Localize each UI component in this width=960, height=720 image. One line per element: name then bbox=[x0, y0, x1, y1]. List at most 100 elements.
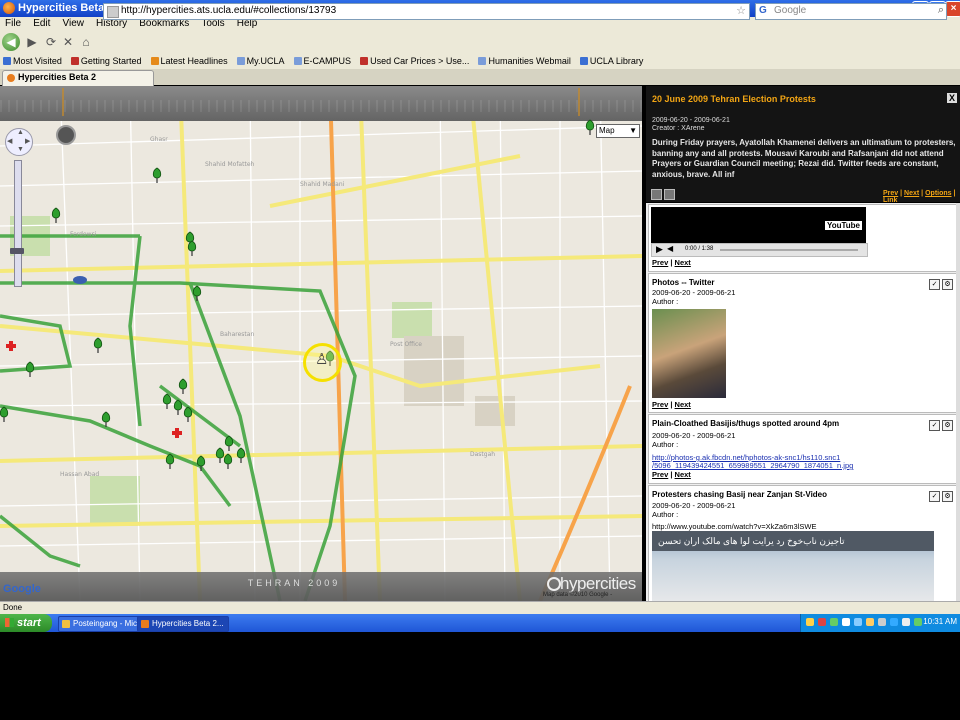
google-search-icon: G bbox=[759, 5, 767, 16]
options-link[interactable]: Options bbox=[925, 190, 951, 197]
taskbar-firefox[interactable]: Hypercities Beta 2... bbox=[137, 616, 229, 632]
volume-icon[interactable] bbox=[902, 618, 910, 626]
settings-icon[interactable]: ⚙ bbox=[942, 491, 953, 502]
map-marker[interactable] bbox=[51, 207, 61, 224]
map-marker[interactable] bbox=[236, 447, 246, 464]
map-marker[interactable] bbox=[152, 167, 162, 184]
checkbox-icon[interactable]: ✓ bbox=[929, 279, 940, 290]
tray-icon[interactable] bbox=[854, 618, 862, 626]
tray-icon[interactable] bbox=[818, 618, 826, 626]
bookmark-item[interactable]: Getting Started bbox=[70, 53, 141, 69]
bookmark-item[interactable]: Used Car Prices > Use... bbox=[360, 53, 469, 69]
item-author: Author : bbox=[652, 510, 679, 519]
prev-link[interactable]: Prev bbox=[652, 400, 668, 409]
next-link[interactable]: Next bbox=[675, 400, 691, 409]
url-text: http://hypercities.ats.ucla.edu/#collect… bbox=[121, 5, 337, 16]
status-text: Done bbox=[3, 603, 23, 612]
feed-item[interactable]: Photos -- Twitter ✓ ⚙ 2009-06-20 - 2009-0… bbox=[648, 273, 958, 413]
back-button[interactable]: ◀ bbox=[2, 33, 20, 51]
network-icon[interactable] bbox=[914, 618, 922, 626]
reload-icon[interactable]: ⟳ bbox=[43, 34, 59, 50]
checkbox-icon[interactable]: ✓ bbox=[929, 491, 940, 502]
start-button[interactable]: start bbox=[0, 614, 52, 632]
next-link[interactable]: Next bbox=[904, 190, 919, 197]
feed-scrollbar[interactable] bbox=[956, 203, 960, 601]
map-marker[interactable] bbox=[0, 406, 9, 423]
protest-photo[interactable] bbox=[652, 309, 726, 398]
close-panel-button[interactable]: X bbox=[947, 93, 957, 103]
item-link-cont[interactable]: /5096_119439424551_659989551_2964790_187… bbox=[652, 461, 853, 470]
outlook-icon bbox=[62, 620, 70, 628]
tray-icon[interactable] bbox=[842, 618, 850, 626]
tray-icon[interactable] bbox=[866, 618, 874, 626]
map-marker[interactable] bbox=[101, 411, 111, 428]
map-marker[interactable] bbox=[224, 435, 234, 452]
item-actions: ✓ ⚙ bbox=[927, 418, 953, 431]
hypercities-logo: hypercities bbox=[560, 574, 636, 593]
url-bar[interactable]: http://hypercities.ats.ucla.edu/#collect… bbox=[103, 3, 750, 20]
feed-item[interactable]: Plain-Cloathed Basijis/thugs spotted aro… bbox=[648, 414, 958, 484]
search-input[interactable]: G Google ⌕ bbox=[755, 3, 947, 20]
bookmark-item[interactable]: UCLA Library bbox=[579, 53, 643, 69]
map-marker[interactable] bbox=[215, 447, 225, 464]
tray-icon[interactable] bbox=[830, 618, 838, 626]
bookmark-item[interactable]: Most Visited bbox=[3, 53, 62, 69]
home-icon[interactable]: ⌂ bbox=[78, 34, 94, 50]
next-link[interactable]: Next bbox=[675, 470, 691, 479]
bookmark-item[interactable]: Humanities Webmail bbox=[478, 53, 571, 69]
feed-item[interactable]: Protesters chasing Basij near Zanjan St-… bbox=[648, 485, 958, 607]
stop-icon[interactable]: ✕ bbox=[60, 34, 76, 50]
map-marker[interactable] bbox=[187, 240, 197, 257]
pegman-icon[interactable]: ♙ bbox=[315, 350, 328, 368]
settings-icon[interactable]: ⚙ bbox=[942, 279, 953, 290]
map-marker[interactable] bbox=[585, 119, 595, 136]
menu-view[interactable]: View bbox=[62, 18, 84, 29]
map-marker[interactable] bbox=[223, 453, 233, 470]
bookmark-star-icon[interactable]: ☆ bbox=[736, 4, 746, 17]
taskbar-outlook[interactable]: Posteingang - Mic... bbox=[58, 616, 148, 632]
bookmark-item[interactable]: Latest Headlines bbox=[150, 53, 228, 69]
tray-icon[interactable] bbox=[806, 618, 814, 626]
tab-favicon bbox=[7, 74, 15, 82]
tab-hypercities[interactable]: Hypercities Beta 2 bbox=[2, 70, 154, 86]
video-thumbnail[interactable]: تاجیزن ناب‌خوخ رد یرایت لوا های مالک ارا… bbox=[652, 531, 934, 601]
grid-view-icon[interactable] bbox=[664, 189, 675, 200]
map-marker[interactable] bbox=[173, 399, 183, 416]
bookmark-item[interactable]: My.UCLA bbox=[236, 53, 284, 69]
search-icon[interactable]: ⌕ bbox=[938, 4, 944, 17]
prev-link[interactable]: Prev bbox=[883, 190, 898, 197]
map-marker[interactable] bbox=[178, 378, 188, 395]
play-icon[interactable]: ▶ bbox=[656, 244, 663, 255]
forward-button[interactable]: ▶ bbox=[24, 34, 40, 50]
menu-edit[interactable]: Edit bbox=[33, 18, 50, 29]
tray-icon[interactable] bbox=[878, 618, 886, 626]
video-controls: ▶ ◀ 0:00 / 1:38 bbox=[651, 243, 868, 257]
map-marker[interactable] bbox=[162, 393, 172, 410]
item-link[interactable]: http://www.youtube.com/watch?v=XkZa6m3lS… bbox=[652, 522, 816, 531]
item-title: Protesters chasing Basij near Zanjan St-… bbox=[652, 490, 828, 499]
video-frame[interactable]: YouTube bbox=[651, 207, 866, 244]
map-marker[interactable] bbox=[165, 453, 175, 470]
close-button[interactable]: × bbox=[945, 1, 960, 17]
menu-file[interactable]: File bbox=[5, 18, 21, 29]
settings-icon[interactable]: ⚙ bbox=[942, 420, 953, 431]
bluetooth-icon[interactable] bbox=[890, 618, 898, 626]
map-marker[interactable] bbox=[196, 455, 206, 472]
list-view-icon[interactable] bbox=[651, 189, 662, 200]
checkbox-icon[interactable]: ✓ bbox=[929, 420, 940, 431]
next-link[interactable]: Next bbox=[675, 258, 691, 267]
video-progress[interactable] bbox=[720, 249, 858, 251]
map-marker[interactable] bbox=[183, 406, 193, 423]
page-icon bbox=[478, 57, 487, 65]
map-marker[interactable] bbox=[93, 337, 103, 354]
firefox-icon bbox=[141, 620, 149, 628]
item-dates: 2009-06-20 - 2009-06-21 bbox=[652, 288, 736, 297]
volume-icon[interactable]: ◀ bbox=[667, 244, 673, 253]
bookmark-item[interactable]: E-CAMPUS bbox=[293, 53, 351, 69]
prev-link[interactable]: Prev bbox=[652, 258, 668, 267]
prev-link[interactable]: Prev bbox=[652, 470, 668, 479]
map-marker[interactable] bbox=[192, 285, 202, 302]
bookmark-icon bbox=[3, 57, 11, 65]
tab-label: Hypercities Beta 2 bbox=[18, 72, 97, 82]
map-marker[interactable] bbox=[25, 361, 35, 378]
